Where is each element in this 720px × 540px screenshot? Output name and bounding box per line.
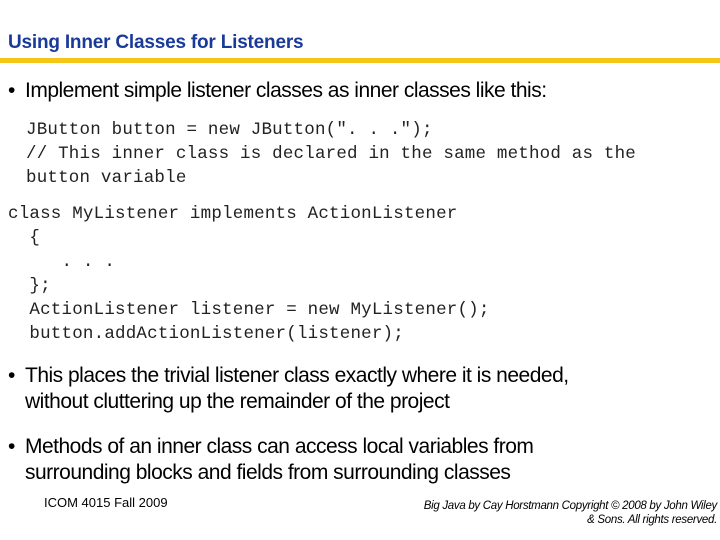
bullet-text-line-1: Methods of an inner class can access loc… xyxy=(25,435,534,458)
code-line: button variable xyxy=(26,168,187,188)
code-line: button.addActionListener(listener); xyxy=(8,324,404,344)
code-line: { xyxy=(8,228,41,248)
bullet-text-line-1: This places the trivial listener class e… xyxy=(25,364,569,387)
code-line: . . . xyxy=(8,252,116,272)
slide-title: Using Inner Classes for Listeners xyxy=(8,32,304,53)
bullet-marker-icon: • xyxy=(8,364,15,387)
footer-copyright-line-1: Big Java by Cay Horstmann Copyright © 20… xyxy=(423,500,718,512)
code-block-2: class MyListener implements ActionListen… xyxy=(8,202,490,346)
bullet-text-line-2: surrounding blocks and fields from surro… xyxy=(25,461,511,484)
footer-course-label: ICOM 4015 Fall 2009 xyxy=(44,495,168,510)
bullet-text: Implement simple listener classes as inn… xyxy=(25,79,547,102)
code-line: class MyListener implements ActionListen… xyxy=(8,204,458,224)
bullet-marker-icon: • xyxy=(8,435,15,458)
code-line: // This inner class is declared in the s… xyxy=(26,144,636,164)
code-line: JButton button = new JButton(". . ."); xyxy=(26,120,433,140)
code-block-1: JButton button = new JButton(". . ."); //… xyxy=(26,118,636,190)
footer-copyright-line-2: & Sons. All rights reserved. xyxy=(587,514,717,526)
code-line: }; xyxy=(8,276,51,296)
code-line: ActionListener listener = new MyListener… xyxy=(8,300,490,320)
bullet-item-3: • Methods of an inner class can access l… xyxy=(8,434,534,486)
bullet-item-1: • Implement simple listener classes as i… xyxy=(8,78,547,104)
footer-copyright: Big Java by Cay Horstmann Copyright © 20… xyxy=(423,499,718,527)
bullet-marker-icon: • xyxy=(8,79,15,102)
title-underline-rule xyxy=(0,58,720,63)
bullet-item-2: • This places the trivial listener class… xyxy=(8,363,569,415)
bullet-text-line-2: without cluttering up the remainder of t… xyxy=(25,390,450,413)
